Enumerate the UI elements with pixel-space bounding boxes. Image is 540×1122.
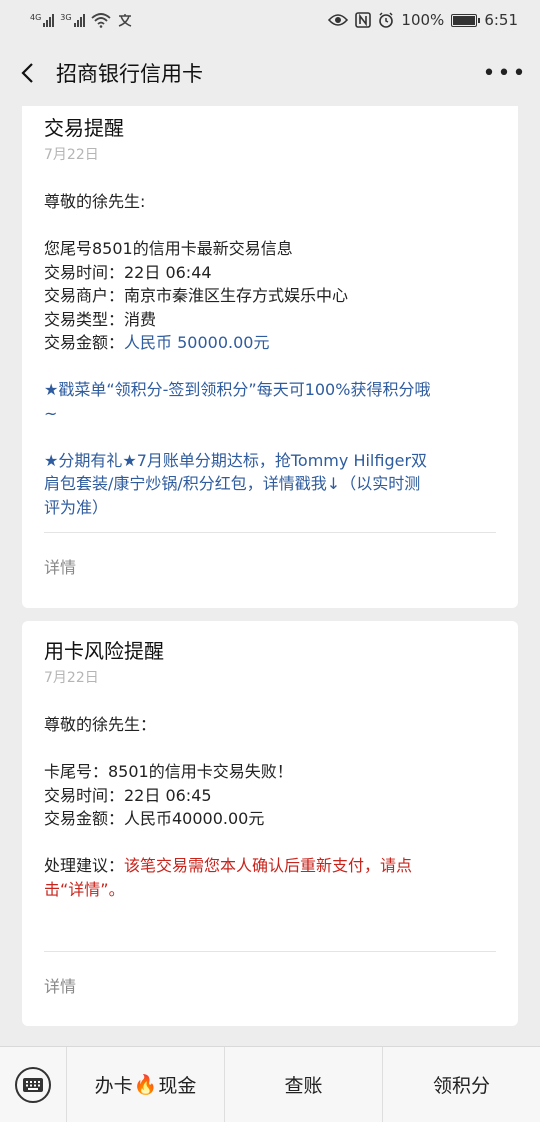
battery-icon bbox=[451, 13, 481, 27]
promo-points-line2[interactable]: ~ bbox=[44, 402, 496, 426]
intro: 您尾号8501的信用卡最新交易信息 bbox=[44, 239, 293, 258]
status-right: 100% 6:51 bbox=[328, 11, 518, 29]
greeting: 尊敬的徐先生: bbox=[44, 192, 146, 211]
back-button[interactable] bbox=[0, 40, 56, 106]
advice-text: 该笔交易需您本人确认后重新支付，请点 bbox=[124, 856, 413, 875]
menu-label-a: 办卡 bbox=[94, 1075, 133, 1097]
card-divider bbox=[44, 951, 496, 952]
signal-icon-2: 3G bbox=[60, 13, 85, 27]
chevron-left-icon bbox=[21, 63, 33, 83]
transaction-time: 交易时间：22日 06:44 bbox=[44, 262, 212, 282]
notification-icon bbox=[118, 14, 131, 27]
transaction-type: 交易类型：消费 bbox=[44, 309, 157, 329]
alarm-icon bbox=[379, 12, 394, 28]
transaction-amount: 交易金额：人民币 50000.00元 bbox=[44, 331, 496, 355]
status-left: 4G 3G bbox=[30, 12, 328, 28]
nav-bar: 招商银行信用卡 ••• bbox=[0, 40, 540, 106]
more-dots-icon: ••• bbox=[482, 60, 528, 86]
status-bar: 4G 3G 100% 6:51 bbox=[0, 0, 540, 40]
detail-link[interactable]: 详情 bbox=[44, 554, 76, 578]
advice-line1: 处理建议：该笔交易需您本人确认后重新支付，请点 bbox=[44, 854, 496, 878]
menu-apply-card-cash[interactable]: 办卡 🔥 现金 bbox=[66, 1046, 224, 1122]
detail-link[interactable]: 详情 bbox=[44, 973, 76, 997]
advice-label: 处理建议： bbox=[44, 856, 125, 875]
fire-icon: 🔥 bbox=[133, 1074, 158, 1096]
wifi-icon bbox=[90, 12, 111, 28]
menu-get-points[interactable]: 领积分 bbox=[382, 1046, 540, 1122]
signal-icon-1: 4G bbox=[30, 13, 55, 27]
bottom-menu: 办卡 🔥 现金 查账 领积分 bbox=[0, 1046, 540, 1122]
keyboard-toggle-button[interactable] bbox=[0, 1047, 66, 1122]
transaction-merchant: 交易商户：南京市秦淮区生存方式娱乐中心 bbox=[44, 286, 349, 305]
battery-percent: 100% bbox=[401, 11, 445, 29]
keyboard-icon bbox=[15, 1066, 51, 1103]
more-options-button[interactable]: ••• bbox=[470, 40, 540, 106]
card-divider bbox=[44, 532, 496, 533]
card-date: 7月22日 bbox=[44, 670, 99, 686]
menu-label-b: 现金 bbox=[158, 1075, 197, 1097]
promo-points-line1[interactable]: ★戳菜单“领积分-签到领积分”每天可100%获得积分哦 bbox=[44, 378, 496, 402]
card-title: 交易提醒 bbox=[44, 116, 124, 140]
message-card-risk: 用卡风险提醒 7月22日 尊敬的徐先生： 卡尾号：8501的信用卡交易失败！ 交… bbox=[22, 621, 518, 1026]
card-date: 7月22日 bbox=[44, 147, 99, 163]
page-title: 招商银行信用卡 bbox=[56, 62, 203, 86]
transaction-time: 交易时间：22日 06:45 bbox=[44, 785, 212, 805]
amount-value: 人民币 50000.00元 bbox=[124, 333, 270, 352]
promo-installment-line1[interactable]: ★分期有礼★7月账单分期达标，抢Tommy Hilfiger双 bbox=[44, 449, 496, 473]
nfc-icon bbox=[355, 12, 372, 28]
intro: 卡尾号：8501的信用卡交易失败！ bbox=[44, 762, 293, 781]
eye-icon bbox=[328, 14, 349, 26]
advice-line2: 击“详情”。 bbox=[44, 879, 125, 899]
message-card-transaction: 交易提醒 7月22日 尊敬的徐先生: 您尾号8501的信用卡最新交易信息 交易时… bbox=[22, 106, 518, 608]
promo-installment-line2[interactable]: 肩包套装/康宁炒锅/积分红包，详情戳我↓（以实时测 bbox=[44, 472, 496, 496]
card-title: 用卡风险提醒 bbox=[44, 639, 164, 663]
greeting: 尊敬的徐先生： bbox=[44, 715, 157, 734]
promo-installment-line3[interactable]: 评为准） bbox=[44, 496, 496, 520]
message-list[interactable]: 交易提醒 7月22日 尊敬的徐先生: 您尾号8501的信用卡最新交易信息 交易时… bbox=[0, 106, 540, 1046]
amount-label: 交易金额： bbox=[44, 333, 125, 352]
clock: 6:51 bbox=[484, 11, 518, 29]
transaction-amount: 交易金额：人民币40000.00元 bbox=[44, 809, 265, 828]
menu-check-bill[interactable]: 查账 bbox=[224, 1046, 382, 1122]
